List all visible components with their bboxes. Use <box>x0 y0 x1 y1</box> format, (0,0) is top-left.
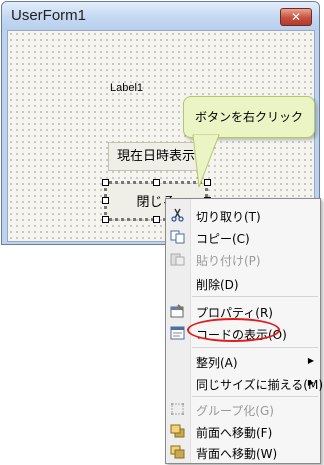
submenu-arrow-icon: ▶ <box>307 378 314 387</box>
menu-item-label: 背面へ移動(W) <box>196 447 278 461</box>
resize-handle[interactable] <box>153 179 160 186</box>
menu-separator <box>192 396 318 397</box>
highlight-ellipse <box>187 318 280 342</box>
menu-item-label: 削除(D) <box>196 278 239 292</box>
menu-item-delete[interactable]: 削除(D) <box>166 273 320 293</box>
menu-separator <box>192 347 318 348</box>
bring-to-front-icon <box>170 424 185 438</box>
menu-item-same-size[interactable]: 同じサイズに揃える(M) ▶ <box>166 373 323 393</box>
label1-control[interactable]: Label1 <box>110 82 143 94</box>
menu-item-label: 同じサイズに揃える(M) <box>196 378 323 392</box>
copy-icon <box>170 230 185 244</box>
menu-item-label: 前面へ移動(F) <box>196 426 273 440</box>
menu-item-label: 貼り付け(P) <box>196 254 261 268</box>
menu-item-label: 切り取り(T) <box>196 210 261 224</box>
close-button[interactable]: ✕ <box>280 8 312 26</box>
menu-item-paste[interactable]: 貼り付け(P) <box>166 249 320 269</box>
menu-separator <box>192 296 318 297</box>
menu-item-copy[interactable]: コピー(C) <box>166 227 320 247</box>
submenu-arrow-icon: ▶ <box>307 356 314 365</box>
title-bar[interactable]: UserForm1 ✕ <box>2 2 319 30</box>
menu-item-label: 整列(A) <box>196 356 238 370</box>
menu-item-label: コピー(C) <box>196 232 250 246</box>
resize-handle[interactable] <box>102 197 109 204</box>
resize-handle[interactable] <box>153 216 160 223</box>
callout-tail <box>192 134 220 188</box>
properties-icon <box>170 304 184 318</box>
window-title: UserForm1 <box>11 7 87 24</box>
view-code-icon <box>170 326 185 340</box>
resize-handle[interactable] <box>102 179 109 186</box>
paste-icon <box>170 253 185 266</box>
menu-item-bring-to-front[interactable]: 前面へ移動(F) <box>166 421 320 441</box>
menu-item-send-to-back[interactable]: 背面へ移動(W) <box>166 442 320 462</box>
menu-item-align[interactable]: 整列(A) ▶ <box>166 351 320 371</box>
send-to-back-icon <box>170 445 185 459</box>
menu-item-cut[interactable]: 切り取り(T) <box>166 205 320 225</box>
menu-item-group[interactable]: グループ化(G) <box>166 399 320 419</box>
resize-handle[interactable] <box>102 216 109 223</box>
menu-item-label: グループ化(G) <box>196 404 274 418</box>
group-icon <box>171 403 184 415</box>
scissors-icon <box>171 208 184 222</box>
